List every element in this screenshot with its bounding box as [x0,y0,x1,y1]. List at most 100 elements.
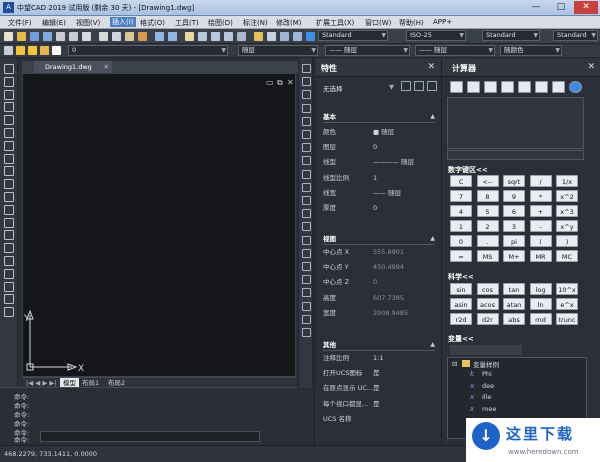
property-row[interactable]: 中心点 Z 0 [323,275,435,289]
extend-icon[interactable] [302,196,311,205]
tree-collapse-icon[interactable]: ⊟ [452,360,457,368]
numpad-title[interactable]: 数字键区<< [448,165,488,175]
calc-button[interactable]: 3 [503,220,525,232]
calc-button[interactable]: 1/x [556,175,578,187]
calc-button[interactable]: ) [556,235,578,247]
calc-button[interactable]: pi [503,235,525,247]
new-file-icon[interactable] [4,32,13,41]
section-basic[interactable]: 基本 ▲ [323,111,435,123]
calc-button[interactable]: cos [476,283,499,295]
menu-item-2[interactable]: 视图(V) [76,18,100,28]
calc-button[interactable]: acos [476,298,499,310]
send-under-icon[interactable] [302,328,311,337]
menu-item-4[interactable]: 格式(O) [140,18,165,28]
calculator-close-icon[interactable]: ✕ [587,62,595,72]
fillet-icon[interactable] [302,262,311,271]
distance-icon[interactable] [501,81,514,93]
menu-item-10[interactable]: 窗口(W) [365,18,391,28]
rotate-icon[interactable] [302,143,311,153]
arc-icon[interactable] [4,128,14,138]
menu-item-11[interactable]: 帮助(H) [399,18,424,28]
layer-lock-icon[interactable] [40,46,49,55]
calc-button[interactable]: M+ [503,250,525,262]
calc-button[interactable]: 9 [503,190,525,202]
layer-freeze-icon[interactable] [28,46,37,55]
section-misc[interactable]: 其他 ▲ [323,339,435,351]
calc-button[interactable]: 0 [450,235,472,247]
scientific-title[interactable]: 科学<< [448,272,474,282]
angle-icon[interactable] [518,81,531,93]
dim-style-select[interactable]: ISO-25 ▼ [406,30,466,41]
command-input[interactable] [40,431,260,442]
trim-icon[interactable] [302,182,311,192]
menu-item-9[interactable]: 扩展工具(X) [316,18,354,28]
array-icon[interactable] [302,116,311,126]
calc-button[interactable]: 7 [450,190,472,202]
calc-button[interactable]: 8 [476,190,499,202]
aerial-view-icon[interactable] [237,32,246,41]
property-row[interactable]: UCS 名称 [323,412,435,426]
calc-button[interactable]: C [450,175,472,187]
calc-button[interactable]: 1 [450,220,472,232]
menu-item-3[interactable]: 插入(I) [110,17,136,27]
variables-group-label[interactable]: 变量样例 [473,359,499,369]
tab-drawing1[interactable]: Drawing1.dwg ✕ [34,61,112,73]
calc-button[interactable]: 4 [450,205,472,217]
menu-item-1[interactable]: 编辑(E) [42,18,66,28]
move-icon[interactable] [302,130,311,139]
text-style-select[interactable]: Standard ▼ [318,30,388,41]
save-as-icon[interactable] [43,32,52,41]
table-icon[interactable] [4,281,14,292]
zoom-window-icon[interactable] [211,32,220,41]
calc-button[interactable]: asin [450,298,472,310]
calc-button[interactable]: rnd [529,313,552,325]
calc-button[interactable]: = [450,250,472,262]
calc-button[interactable]: MC [556,250,578,262]
erase-icon[interactable] [302,64,311,73]
draw-order-front-icon[interactable] [302,288,311,298]
property-row[interactable]: 宽度 2008.9485 [323,306,435,320]
property-row[interactable]: 颜色 ■ 随层 [323,125,435,139]
match-props-icon[interactable] [138,32,147,41]
minimize-icon[interactable]: — [524,1,548,14]
menu-item-8[interactable]: 修改(M) [276,18,302,28]
scale-icon[interactable] [302,156,311,166]
calc-button[interactable]: atan [503,298,525,310]
calculator-icon[interactable] [306,32,315,41]
cloud-icon[interactable] [4,153,14,164]
calc-button[interactable]: 10^x [556,283,578,295]
layer-on-icon[interactable] [16,46,25,55]
calc-button[interactable]: x^2 [556,190,578,202]
calc-button[interactable]: MR [529,250,552,262]
menu-item-5[interactable]: 工具(T) [175,18,199,28]
point-icon[interactable] [4,230,14,241]
calc-button[interactable]: tan [503,283,525,295]
property-row[interactable]: 线宽 —— 随层 [323,186,435,200]
gradient-icon[interactable] [4,256,14,266]
undo-icon[interactable] [155,32,164,41]
property-row[interactable]: 在原点显示 UC... 是 [323,381,435,395]
calc-button[interactable]: 6 [503,205,525,217]
calc-button[interactable]: 5 [476,205,499,217]
property-row[interactable]: 中心点 X 555.8901 [323,245,435,259]
hatch-icon[interactable] [4,243,14,254]
calc-button[interactable]: ln [529,298,552,310]
property-row[interactable]: 中心点 Y 450.4994 [323,260,435,274]
canvas-restore-icon[interactable]: ⧉ [277,78,283,88]
calc-button[interactable]: MS [476,250,499,262]
copy-icon[interactable] [112,32,121,41]
selection-dropdown[interactable]: 无选择 ▼ [323,83,394,93]
insert-block-icon[interactable] [4,204,14,215]
color-select[interactable]: 随层 ▼ [238,45,318,56]
menu-item-0[interactable]: 文件(F) [8,18,32,28]
calc-button[interactable]: e^x [556,298,578,310]
calc-button[interactable]: x^3 [556,205,578,217]
multileader-style-select[interactable]: Standard ▼ [553,30,598,41]
variable-item[interactable]: Phi [482,370,492,378]
pan-icon[interactable] [185,32,194,41]
ellipse-icon[interactable] [4,179,14,190]
make-block-icon[interactable] [4,217,14,228]
clear-icon[interactable] [450,81,463,93]
offset-icon[interactable] [302,103,311,113]
calc-button[interactable]: sin [450,283,472,295]
